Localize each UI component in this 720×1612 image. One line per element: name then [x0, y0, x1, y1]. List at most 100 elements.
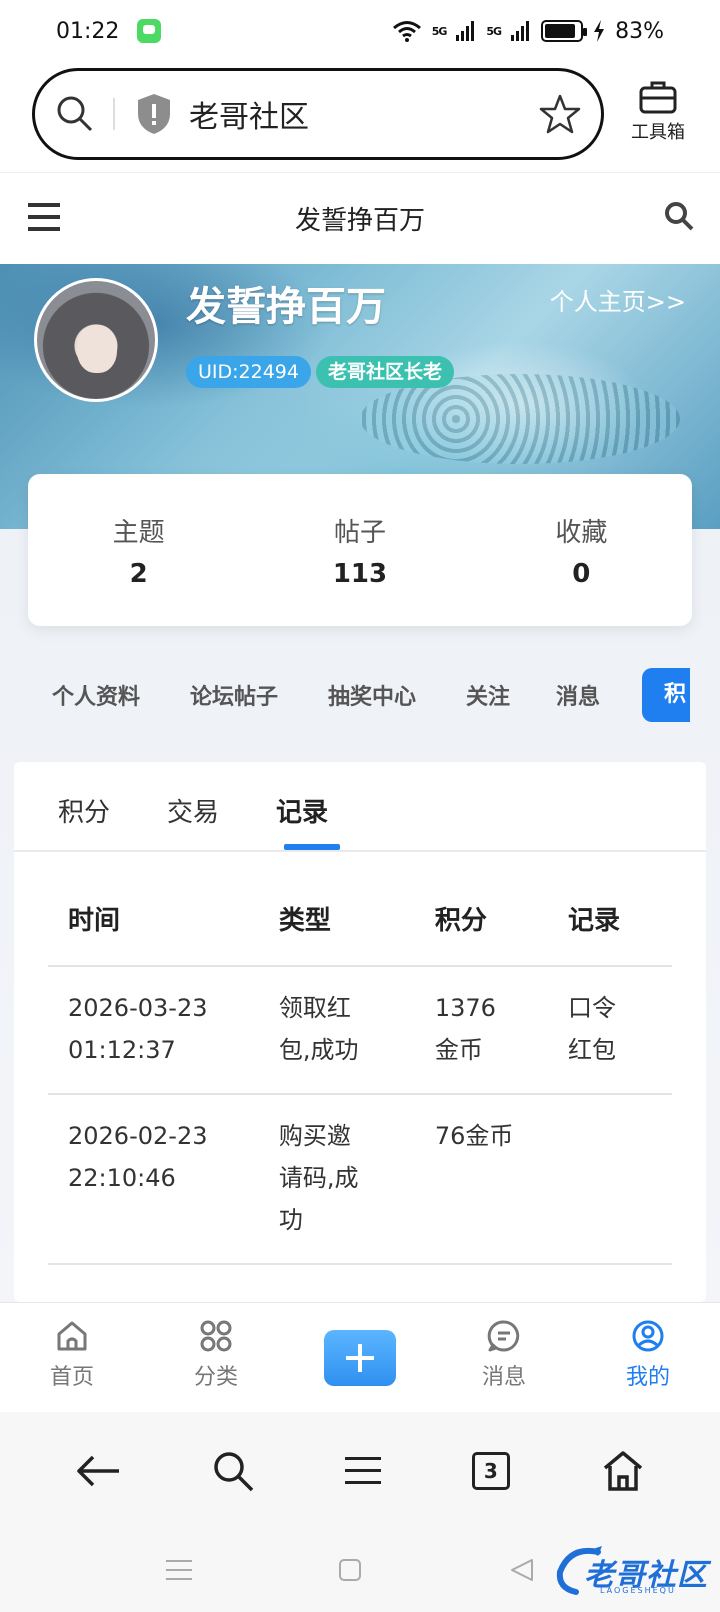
avatar[interactable]	[34, 278, 158, 402]
stat-posts[interactable]: 帖子 113	[249, 474, 470, 626]
stat-value: 113	[332, 559, 388, 589]
star-icon[interactable]	[539, 93, 581, 135]
table-header-row: 时间 类型 积分 记录	[48, 872, 672, 967]
sub-tab-trade[interactable]: 交易	[167, 792, 219, 829]
message-app-icon	[137, 19, 162, 43]
site-logo-watermark: 老哥社区 LAOGESHEQU	[550, 1542, 710, 1602]
cell-type-line: 购买邀	[278, 1122, 351, 1150]
cell-type-line: 领取红	[278, 994, 351, 1022]
status-indicators: 5G 5G 83%	[392, 19, 664, 44]
signal-icon	[511, 21, 530, 41]
stats-card: 主题 2 帖子 113 收藏 0	[28, 474, 692, 626]
tab-messages[interactable]: 消息	[556, 679, 600, 711]
tab-points-active[interactable]: 积	[642, 668, 690, 722]
tab-follow[interactable]: 关注	[466, 679, 510, 711]
stat-label: 主题	[112, 518, 165, 548]
cell-type-line: 请码,成	[278, 1164, 359, 1192]
cell-type: 购买邀 请码,成 功	[278, 1094, 435, 1265]
status-time: 01:22	[56, 18, 120, 44]
back-triangle-icon[interactable]	[510, 1558, 534, 1582]
table-row: 2026-03-23 01:12:37 领取红 包,成功 1376 金币 口令 …	[48, 966, 672, 1095]
signal-icon	[456, 21, 475, 41]
records-table: 时间 类型 积分 记录 2026-03-23 01:12:37 领取红 包,成功…	[48, 872, 672, 1265]
cell-time: 2026-02-23 22:10:46	[48, 1094, 279, 1265]
tab-forum-posts[interactable]: 论坛帖子	[190, 679, 278, 711]
recents-icon[interactable]	[166, 1558, 192, 1582]
cell-clock: 01:12:37	[68, 1036, 176, 1064]
stat-favorites[interactable]: 收藏 0	[471, 474, 692, 626]
signal-label-2: 5G	[486, 24, 502, 38]
nav-category[interactable]: 分类	[144, 1303, 288, 1412]
chat-icon	[487, 1320, 520, 1352]
cell-clock: 22:10:46	[68, 1164, 176, 1192]
cell-points: 1376 金币	[434, 966, 568, 1095]
cell-points: 76金币	[434, 1094, 568, 1265]
role-badge: 老哥社区长老	[316, 356, 455, 388]
sub-tab-records[interactable]: 记录	[276, 792, 328, 829]
column-header-record: 记录	[567, 872, 672, 967]
wifi-icon	[392, 21, 421, 42]
cell-type-line: 包,成功	[278, 1036, 359, 1064]
menu-icon[interactable]	[28, 203, 60, 231]
home-square-icon[interactable]	[338, 1558, 362, 1582]
page-title: 发誓挣百万	[294, 206, 425, 236]
battery-icon	[541, 20, 588, 42]
user-name: 发誓挣百万	[186, 284, 386, 330]
cell-type-line: 功	[278, 1206, 303, 1234]
nav-label: 我的	[625, 1365, 670, 1390]
charging-icon	[594, 20, 605, 42]
profile-tabs: 个人资料 论坛帖子 抽奖中心 关注 消息 积	[0, 668, 690, 722]
stat-topics[interactable]: 主题 2	[28, 474, 249, 626]
records-panel: 积分 交易 记录 时间 类型 积分 记录 2026-03-23 01:12:37…	[14, 762, 706, 1302]
nav-label: 分类	[193, 1365, 238, 1390]
sub-tabs: 积分 交易 记录	[14, 762, 706, 852]
address-divider	[113, 98, 115, 130]
tab-profile-info[interactable]: 个人资料	[52, 679, 140, 711]
tab-count-button[interactable]: 3	[471, 1452, 510, 1490]
nav-label: 消息	[481, 1365, 526, 1390]
search-icon[interactable]	[664, 201, 694, 231]
column-header-time: 时间	[48, 872, 279, 967]
nav-add[interactable]	[288, 1303, 432, 1412]
nav-home[interactable]: 首页	[0, 1303, 144, 1412]
add-button[interactable]	[324, 1329, 396, 1386]
cell-record	[567, 1094, 672, 1265]
shield-icon[interactable]	[135, 92, 173, 136]
nav-mine[interactable]: 我的	[576, 1303, 720, 1412]
nav-messages[interactable]: 消息	[432, 1303, 576, 1412]
toolbox-button[interactable]: 工具箱	[616, 80, 700, 144]
tab-lottery-center[interactable]: 抽奖中心	[328, 679, 416, 711]
home-icon[interactable]	[601, 1450, 645, 1492]
active-tab-indicator	[284, 844, 340, 850]
cell-record: 口令 红包	[567, 966, 672, 1095]
status-bar: 01:22 5G 5G 83%	[0, 0, 720, 62]
cell-date: 2026-02-23	[68, 1122, 208, 1150]
cell-record-line: 红包	[567, 1036, 616, 1064]
toolbox-icon	[639, 81, 677, 114]
uid-badge: UID:22494	[186, 356, 311, 388]
stat-label: 帖子	[333, 518, 386, 548]
address-bar[interactable]: 老哥社区	[32, 68, 604, 160]
sub-tab-points[interactable]: 积分	[58, 792, 110, 829]
signal-label-1: 5G	[431, 24, 448, 38]
menu-icon[interactable]	[344, 1455, 381, 1487]
table-row: 2026-02-23 22:10:46 购买邀 请码,成 功 76金币	[48, 1094, 672, 1265]
logo-subtext: LAOGESHEQU	[600, 1586, 676, 1595]
cell-date: 2026-03-23	[68, 994, 208, 1022]
back-arrow-icon[interactable]	[75, 1453, 121, 1489]
browser-bottom-bar: 3	[0, 1412, 720, 1530]
plus-icon	[346, 1343, 374, 1372]
user-icon	[632, 1320, 664, 1352]
column-header-points: 积分	[434, 872, 568, 967]
app-bottom-nav: 首页 分类 消息 我的	[0, 1302, 720, 1412]
nav-label: 首页	[49, 1365, 94, 1390]
toolbox-label: 工具箱	[631, 122, 685, 143]
address-url-text[interactable]: 老哥社区	[189, 92, 309, 136]
personal-home-link[interactable]: 个人主页>>	[550, 282, 686, 317]
search-icon[interactable]	[55, 94, 95, 134]
search-icon[interactable]	[212, 1450, 254, 1492]
cell-points-line: 金币	[434, 1036, 483, 1064]
home-icon	[57, 1321, 87, 1351]
cell-points-line: 76金币	[434, 1122, 514, 1150]
cell-time: 2026-03-23 01:12:37	[48, 966, 279, 1095]
